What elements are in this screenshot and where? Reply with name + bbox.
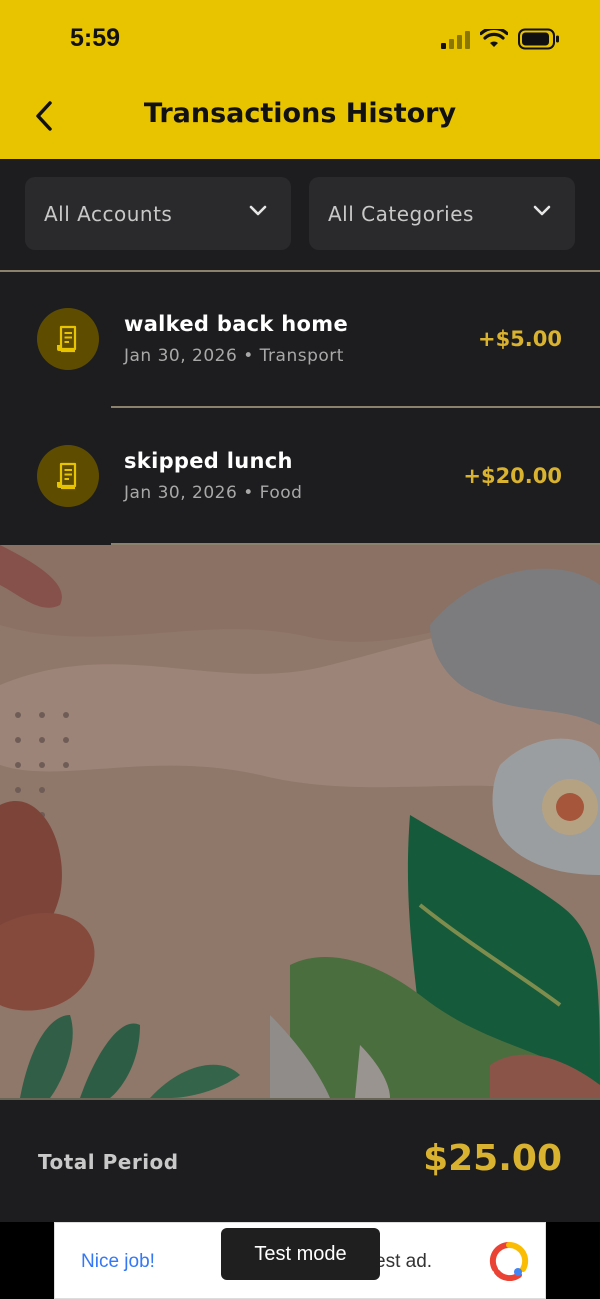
ad-text: est ad.	[375, 1251, 433, 1272]
chevron-down-icon	[249, 205, 267, 216]
wifi-icon	[480, 29, 508, 47]
transaction-meta: Jan 30, 2026 • Food	[124, 483, 303, 503]
status-time: 5:59	[70, 24, 121, 52]
page-title: Transactions History	[143, 98, 457, 129]
accounts-dropdown-label: All Accounts	[44, 201, 173, 226]
chevron-down-icon	[533, 205, 551, 216]
divider	[111, 406, 600, 408]
receipt-icon	[37, 308, 99, 370]
total-label: Total Period	[38, 1150, 179, 1174]
filter-bar: All Accounts All Categories	[0, 159, 600, 271]
total-summary: Total Period $25.00	[0, 1098, 600, 1222]
ad-logo-icon	[489, 1241, 529, 1281]
ad-headline: Nice job!	[81, 1251, 155, 1272]
transaction-list: walked back home Jan 30, 2026 • Transpor…	[0, 272, 600, 545]
transaction-meta: Jan 30, 2026 • Transport	[124, 346, 344, 366]
categories-dropdown[interactable]: All Categories	[309, 177, 575, 250]
receipt-icon	[37, 445, 99, 507]
signal-icon	[441, 29, 470, 49]
accounts-dropdown[interactable]: All Accounts	[25, 177, 291, 250]
transaction-amount: +$5.00	[477, 327, 562, 351]
transaction-row[interactable]: walked back home Jan 30, 2026 • Transpor…	[0, 272, 600, 408]
transaction-row[interactable]: skipped lunch Jan 30, 2026 • Food +$20.0…	[0, 409, 600, 545]
status-icons	[441, 28, 560, 50]
transaction-title: walked back home	[124, 312, 348, 336]
categories-dropdown-label: All Categories	[328, 201, 474, 226]
app-header: 5:59 Transactions History	[0, 0, 600, 159]
test-mode-tooltip: Test mode	[221, 1228, 380, 1280]
battery-icon	[518, 28, 559, 50]
transaction-amount: +$20.00	[463, 464, 562, 488]
background-illustration	[0, 545, 600, 1098]
total-amount: $25.00	[423, 1138, 562, 1179]
transaction-title: skipped lunch	[124, 449, 293, 473]
